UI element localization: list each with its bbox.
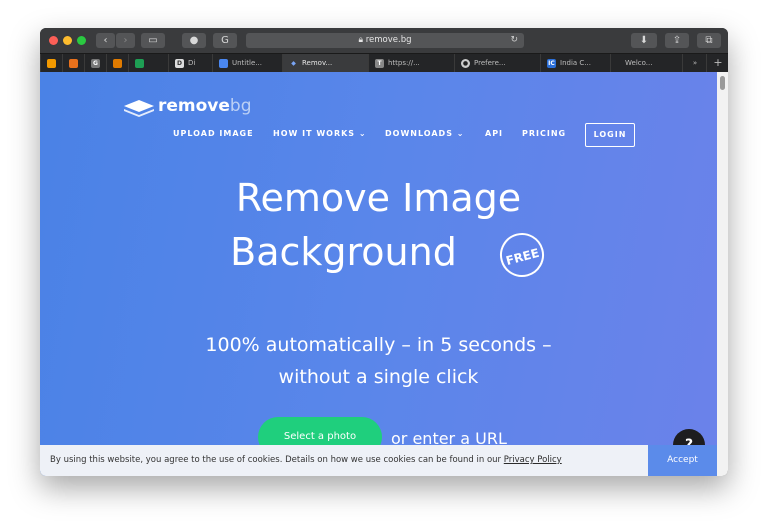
more-icon: » — [692, 59, 698, 67]
tab-untitled[interactable]: Untitle... — [212, 54, 283, 72]
page-scrollbar[interactable] — [717, 72, 728, 476]
tab-slides[interactable] — [106, 54, 129, 72]
back-button[interactable]: ‹ — [96, 33, 115, 48]
share-icon: ⇪ — [672, 35, 682, 46]
minimize-window-button[interactable] — [63, 36, 72, 45]
g-icon: G — [91, 58, 100, 68]
chevron-left-icon: ‹ — [103, 35, 108, 46]
zoom-window-button[interactable] — [77, 36, 86, 45]
d-icon: D — [175, 58, 184, 68]
nav-how-it-works[interactable]: HOW IT WORKS ⌄ — [273, 129, 367, 138]
tab-india[interactable]: IC India C... — [540, 54, 611, 72]
hero-subtitle-line2: without a single click — [278, 366, 479, 388]
extension-icon — [69, 58, 78, 68]
tab-label: Remov... — [302, 59, 333, 67]
t-icon: T — [375, 58, 384, 68]
nav-upload-image[interactable]: UPLOAD IMAGE — [173, 129, 254, 138]
tab-extension[interactable] — [62, 54, 85, 72]
tabs-icon: ⧉ — [705, 35, 713, 46]
login-button[interactable]: LOGIN — [585, 123, 635, 147]
accept-cookies-button[interactable]: Accept — [648, 445, 717, 476]
scrollbar-thumb[interactable] — [720, 76, 725, 90]
download-icon: ⬇ — [639, 35, 649, 46]
chevron-right-icon: › — [123, 35, 128, 46]
tab-overflow-button[interactable]: » — [682, 54, 707, 72]
ghostery-icon: ● — [189, 35, 199, 46]
new-tab-button[interactable]: + — [706, 54, 728, 72]
tab-sheets[interactable] — [128, 54, 169, 72]
removebg-icon: ◆ — [291, 59, 296, 67]
reload-icon[interactable]: ↻ — [510, 33, 518, 48]
tab-label: Untitle... — [232, 59, 262, 67]
close-window-button[interactable] — [49, 36, 58, 45]
cookie-message: By using this website, you agree to the … — [50, 455, 562, 465]
cookie-banner: By using this website, you agree to the … — [40, 445, 717, 476]
sheets-icon — [135, 58, 144, 68]
logo-suffix-text: bg — [229, 96, 252, 116]
tab-label: Di — [188, 59, 196, 67]
tab-label: India C... — [560, 59, 591, 67]
tab-analytics[interactable] — [40, 54, 63, 72]
slides-icon — [113, 58, 122, 68]
cookie-text: By using this website, you agree to the … — [50, 455, 504, 465]
grammarly-button[interactable]: G — [213, 33, 237, 48]
browser-window: ‹ › ▭ ● G 🔒︎ remove.bg ↻ ⬇ ⇪ ⧉ G D Di Unt… — [40, 28, 728, 476]
tab-label: https://... — [388, 59, 420, 67]
tab-removebg[interactable]: ◆ Remov... — [282, 54, 369, 72]
grammarly-icon: G — [221, 35, 229, 46]
page-content: removebg UPLOAD IMAGE HOW IT WORKS ⌄ DOW… — [40, 72, 717, 476]
tab-welcome[interactable]: Welco... — [610, 54, 682, 72]
plus-icon: + — [713, 56, 723, 69]
address-bar[interactable]: 🔒︎ remove.bg ↻ — [246, 33, 524, 48]
tab-g[interactable]: G — [84, 54, 107, 72]
tab-label: Prefere... — [474, 59, 506, 67]
logo-main-text: remove — [158, 96, 230, 116]
address-text: remove.bg — [365, 35, 412, 45]
browser-toolbar: ‹ › ▭ ● G 🔒︎ remove.bg ↻ ⬇ ⇪ ⧉ — [40, 28, 728, 53]
tab-d[interactable]: D Di — [168, 54, 213, 72]
analytics-icon — [47, 58, 56, 68]
hero-title-line2: Background — [230, 230, 457, 274]
tab-preferences[interactable]: ● Prefere... — [454, 54, 541, 72]
hero-title-line1: Remove Image — [235, 176, 522, 220]
forward-button[interactable]: › — [116, 33, 135, 48]
nav-api[interactable]: API — [485, 129, 503, 138]
extension-button[interactable]: ● — [182, 33, 206, 48]
downloads-button[interactable]: ⬇ — [631, 33, 657, 48]
tab-https[interactable]: Thttps://... — [368, 54, 455, 72]
sidebar-icon: ▭ — [148, 35, 158, 46]
logo-layers-icon — [124, 100, 154, 117]
tab-bar: G D Di Untitle... ◆ Remov... Thttps://... … — [40, 53, 728, 72]
tab-label: Welco... — [625, 59, 653, 67]
share-button[interactable]: ⇪ — [665, 33, 689, 48]
hero-subtitle-line1: 100% automatically – in 5 seconds – — [205, 334, 552, 356]
sidebar-toggle-button[interactable]: ▭ — [141, 33, 165, 48]
nav-downloads[interactable]: DOWNLOADS ⌄ — [385, 129, 464, 138]
privacy-policy-link[interactable]: Privacy Policy — [504, 455, 562, 465]
tab-overview-button[interactable]: ⧉ — [697, 33, 721, 48]
ic-icon: IC — [547, 58, 556, 68]
docs-icon — [219, 58, 228, 68]
nav-pricing[interactable]: PRICING — [522, 129, 566, 138]
lock-icon: 🔒︎ — [358, 35, 364, 45]
github-icon: ● — [461, 58, 470, 68]
